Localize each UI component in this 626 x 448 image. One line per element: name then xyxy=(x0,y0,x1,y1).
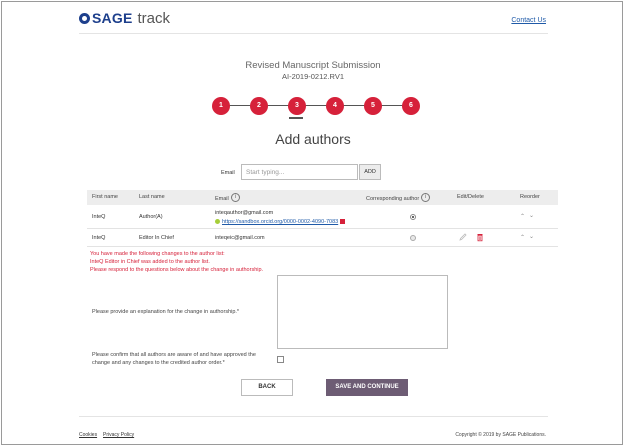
table-row: InteQ Author(A) inteqauthor@gmail.com ht… xyxy=(87,206,558,228)
explanation-label: Please provide an explanation for the ch… xyxy=(92,309,240,315)
progress-stepper: 1 2 3 4 5 6 xyxy=(212,97,420,115)
back-button[interactable]: BACK xyxy=(241,379,293,396)
step-5[interactable]: 5 xyxy=(364,97,382,115)
save-and-continue-button[interactable]: SAVE AND CONTINUE xyxy=(326,379,408,396)
footer-divider xyxy=(79,416,548,417)
move-up-chevron-icon[interactable]: ⌃ xyxy=(520,213,525,220)
th-corresponding: Corresponding author i xyxy=(366,193,431,203)
logo-track-text: track xyxy=(137,9,170,27)
logo-sage-text: SAGE xyxy=(92,10,133,26)
row-divider xyxy=(87,246,558,247)
submission-id: AI-2019-0212.RV1 xyxy=(282,72,344,81)
th-email-label: Email xyxy=(215,195,229,202)
corresponding-radio[interactable] xyxy=(410,214,416,220)
th-last-name: Last name xyxy=(139,194,165,200)
sage-track-logo[interactable]: SAGE track xyxy=(79,9,170,27)
edit-pencil-icon[interactable] xyxy=(458,232,468,244)
cell-email: inteqeic@gmail.com xyxy=(215,235,265,241)
cell-last-name: Author(A) xyxy=(139,214,163,220)
th-email: Email i xyxy=(215,193,240,203)
table-row: InteQ Editor In Chief inteqeic@gmail.com… xyxy=(87,229,558,246)
cookies-link[interactable]: Cookies xyxy=(79,432,97,438)
step-2[interactable]: 2 xyxy=(250,97,268,115)
cell-first-name: InteQ xyxy=(92,235,106,241)
cell-last-name: Editor In Chief xyxy=(139,235,174,241)
change-message-2: InteQ Editor in Chief was added to the a… xyxy=(90,259,210,265)
step-6[interactable]: 6 xyxy=(402,97,420,115)
sage-logo-icon xyxy=(79,12,90,24)
th-first-name: First name xyxy=(92,194,118,200)
step-4[interactable]: 4 xyxy=(326,97,344,115)
confirm-label-line2: change and any changes to the credited a… xyxy=(92,360,225,366)
step-3[interactable]: 3 xyxy=(288,97,306,115)
delete-trash-icon[interactable] xyxy=(475,232,485,244)
contact-us-link[interactable]: Contact Us xyxy=(511,17,546,24)
move-down-chevron-icon[interactable]: ⌄ xyxy=(529,233,534,240)
corresponding-radio[interactable] xyxy=(410,235,416,241)
email-label: Email xyxy=(221,170,235,176)
privacy-policy-link[interactable]: Privacy Policy xyxy=(103,432,134,438)
th-edit-delete: Edit/Delete xyxy=(457,194,484,200)
email-search-input[interactable] xyxy=(241,164,358,180)
info-icon[interactable]: i xyxy=(421,193,431,202)
authors-table-header: First name Last name Email i Correspondin… xyxy=(87,190,558,205)
info-icon[interactable]: i xyxy=(230,193,240,202)
th-reorder: Reorder xyxy=(520,194,540,200)
th-corresponding-label: Corresponding author xyxy=(366,195,420,202)
header-divider xyxy=(79,33,548,34)
cell-orcid: https://sandbox.orcid.org/0000-0002-4090… xyxy=(215,219,346,225)
change-message-3: Please respond to the questions below ab… xyxy=(90,267,264,273)
move-down-chevron-icon[interactable]: ⌄ xyxy=(529,212,534,219)
copyright-text: Copyright © 2019 by SAGE Publications. xyxy=(455,432,546,438)
add-author-button[interactable]: ADD xyxy=(359,164,381,180)
explanation-textarea[interactable] xyxy=(277,275,448,349)
confirm-checkbox[interactable] xyxy=(277,356,284,363)
change-message-1: You have made the following changes to t… xyxy=(90,251,225,257)
step-1[interactable]: 1 xyxy=(212,97,230,115)
cell-first-name: InteQ xyxy=(92,214,106,220)
orcid-icon xyxy=(215,219,220,225)
orcid-link[interactable]: https://sandbox.orcid.org/0000-0002-4090… xyxy=(222,219,338,225)
page-heading: Add authors xyxy=(275,131,351,147)
submission-title: Revised Manuscript Submission xyxy=(245,60,381,71)
cell-email: inteqauthor@gmail.com xyxy=(215,210,274,216)
move-up-chevron-icon[interactable]: ⌃ xyxy=(520,234,525,241)
remove-orcid-icon[interactable] xyxy=(340,219,346,225)
active-step-indicator xyxy=(289,117,303,119)
confirm-label-line1: Please confirm that all authors are awar… xyxy=(92,352,256,358)
